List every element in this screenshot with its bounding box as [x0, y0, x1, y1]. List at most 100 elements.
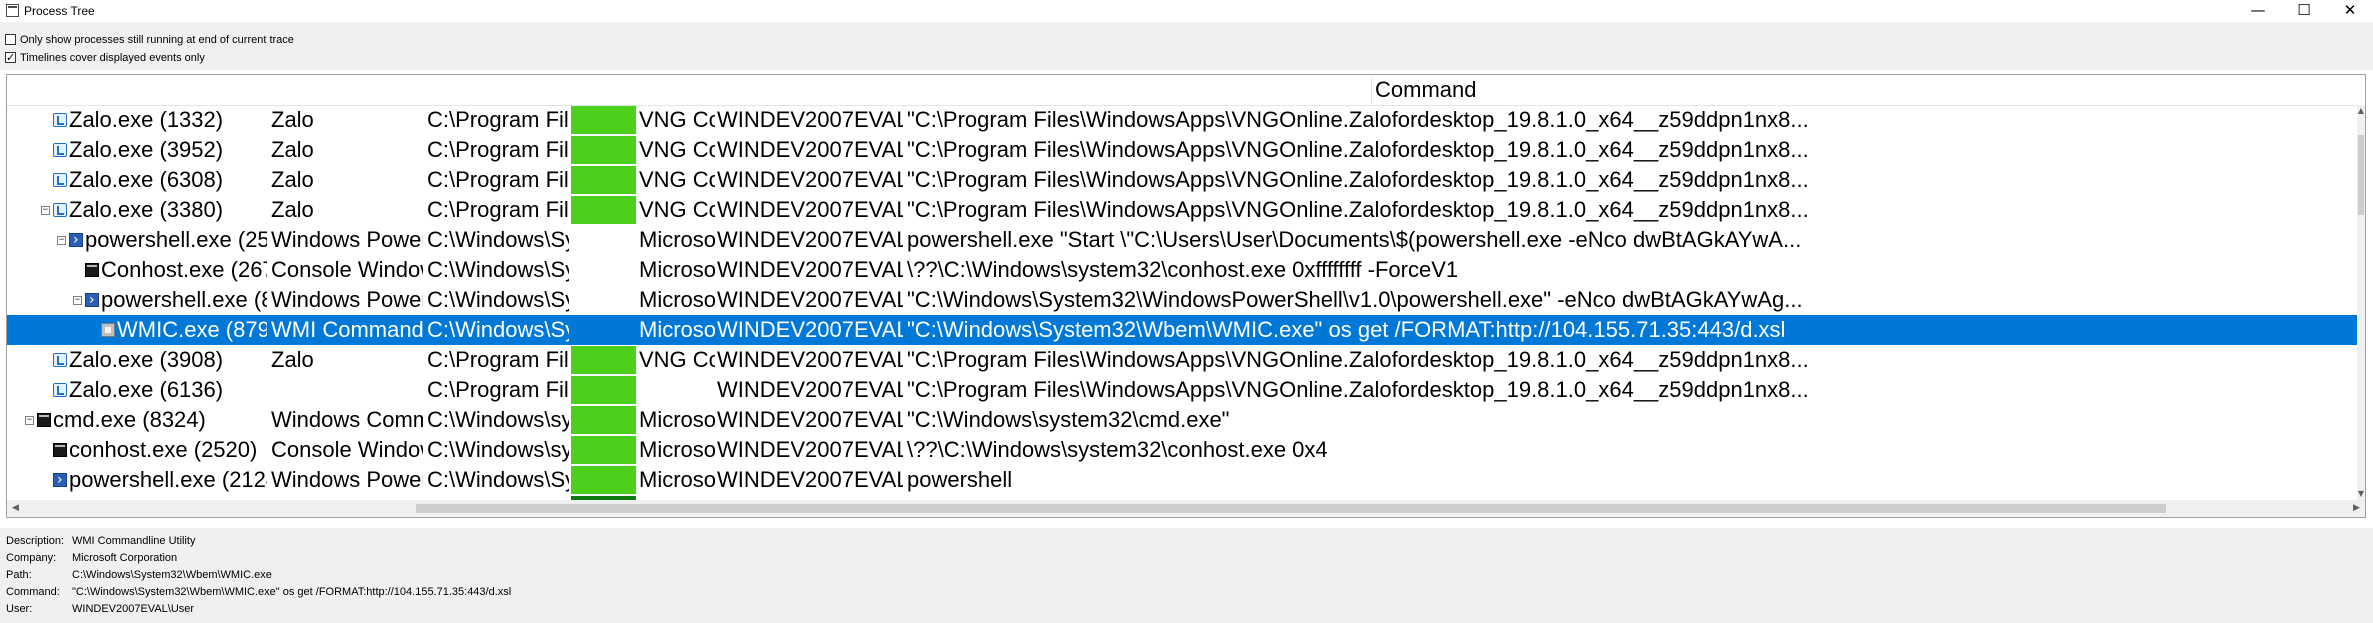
close-button[interactable]: ✕: [2327, 0, 2373, 22]
timeline-bar: [571, 106, 636, 134]
horizontal-scrollbar[interactable]: ◀ ▶: [7, 500, 2365, 517]
process-command: "C:\Windows\System32\WindowsPowerShell\v…: [907, 287, 1803, 312]
process-company: Microsof...: [639, 407, 715, 432]
collapse-toggle-icon[interactable]: −: [41, 206, 50, 215]
process-row[interactable]: conhost.exe (2520) Console Window H...C:\…: [7, 435, 2357, 465]
console-icon: [53, 443, 67, 457]
process-description: Windows PowerShell: [271, 467, 423, 492]
process-description: Console Window H...: [271, 257, 423, 282]
process-user: WINDEV2007EVAL\User: [717, 167, 903, 192]
collapse-toggle-icon[interactable]: −: [57, 236, 66, 245]
timeline-bar: [571, 376, 636, 404]
process-row[interactable]: − powershell.exe (2576)Windows PowerShell…: [7, 225, 2357, 255]
timeline-bar: [571, 436, 636, 464]
header-separator[interactable]: [1371, 77, 1372, 103]
process-user: WINDEV2007EVAL\User: [717, 257, 903, 282]
process-command: "C:\Program Files\WindowsApps\VNGOnline.…: [907, 197, 1809, 222]
maximize-button[interactable]: ☐: [2281, 0, 2327, 22]
process-row[interactable]: WMIC.exe (8792)WMI Commandline ...C:\Win…: [7, 315, 2357, 345]
process-description: Zalo: [271, 137, 314, 162]
timeline-bar: [571, 136, 636, 164]
description-label: Description:: [6, 535, 65, 547]
process-company: Microsof...: [639, 227, 715, 252]
process-description: Zalo: [271, 347, 314, 372]
process-command: \??\C:\Windows\system32\conhost.exe 0x4: [907, 437, 1328, 462]
process-name: Conhost.exe (2676): [101, 257, 267, 282]
process-path: C:\Program Files\...: [427, 197, 569, 222]
process-command: "C:\Program Files\WindowsApps\VNGOnline.…: [907, 137, 1809, 162]
user-label: User:: [6, 603, 33, 615]
minimize-button[interactable]: —: [2235, 0, 2281, 22]
process-description: Zalo: [271, 197, 314, 222]
window-icon: [6, 4, 19, 17]
process-description: WMI Commandline ...: [271, 317, 423, 342]
running-only-label: Only show processes still running at end…: [20, 34, 294, 46]
process-row[interactable]: Zalo.exe (6136) C:\Program Files\... WINDE…: [7, 375, 2357, 405]
process-row[interactable]: − powershell.exe (8448)Windows PowerShell…: [7, 285, 2357, 315]
process-path: C:\Windows\Syste...: [427, 257, 569, 282]
process-user: WINDEV2007EVAL\User: [717, 137, 903, 162]
timelines-checkbox[interactable]: [5, 49, 16, 67]
collapse-toggle-icon[interactable]: −: [73, 296, 82, 305]
scroll-up-arrow[interactable]: ▲: [2357, 105, 2365, 117]
vertical-scroll-thumb[interactable]: [2358, 135, 2364, 215]
process-command: powershell.exe "Start \"C:\Users\User\Do…: [907, 227, 1802, 252]
timeline-bar: [571, 406, 636, 434]
collapse-toggle-icon[interactable]: −: [25, 416, 34, 425]
scroll-right-arrow[interactable]: ▶: [2348, 500, 2365, 517]
process-path: C:\Program Files\...: [427, 107, 569, 132]
process-path: C:\Program Files\...: [427, 347, 569, 372]
process-user: WINDEV2007EVAL\User: [717, 377, 903, 402]
running-only-checkbox[interactable]: [5, 34, 16, 45]
process-description: Windows Comman...: [271, 407, 423, 432]
process-user: WINDEV2007EVAL\User: [717, 407, 903, 432]
process-company: [639, 375, 715, 405]
process-row[interactable]: Zalo.exe (1332) Zalo C:\Program Files\... V…: [7, 105, 2357, 135]
process-command: "C:\Program Files\WindowsApps\VNGOnline.…: [907, 167, 1809, 192]
zalo-icon: [53, 383, 67, 397]
process-name: conhost.exe (2520): [69, 437, 258, 462]
timeline-bar: [571, 346, 636, 374]
process-tree-grid[interactable]: Command Zalo.exe (1332) Zalo C:\Program Fi…: [6, 74, 2366, 518]
process-company: Microsof...: [639, 257, 715, 282]
process-path: C:\Program Files\...: [427, 167, 569, 192]
process-command: "C:\Windows\System32\Wbem\WMIC.exe" os g…: [907, 317, 1786, 342]
process-name: powershell.exe (2576): [85, 227, 267, 252]
column-header: Command: [7, 75, 2365, 106]
process-row[interactable]: − Zalo.exe (3380) Zalo C:\Program Files\...…: [7, 195, 2357, 225]
process-row[interactable]: Zalo.exe (3908) Zalo C:\Program Files\... V…: [7, 345, 2357, 375]
process-company: Microsof...: [639, 317, 715, 342]
powershell-icon: [53, 465, 67, 495]
process-row[interactable]: powershell.exe (2124)Windows PowerShellC…: [7, 465, 2357, 495]
console-icon: [37, 413, 51, 427]
scroll-down-arrow[interactable]: ▼: [2357, 488, 2365, 500]
zalo-icon: [53, 173, 67, 187]
timeline-bar: [571, 166, 636, 194]
process-path: C:\Windows\Syste...: [427, 317, 569, 342]
process-row[interactable]: − cmd.exe (8324) Windows Comman...C:\Windo…: [7, 405, 2357, 435]
process-description: Zalo: [271, 107, 314, 132]
process-row[interactable]: Zalo.exe (3952) Zalo C:\Program Files\... V…: [7, 135, 2357, 165]
process-name: cmd.exe (8324): [53, 407, 206, 432]
process-command: "C:\Windows\system32\cmd.exe": [907, 407, 1230, 432]
process-row[interactable]: Conhost.exe (2676)Console Window H...C:\…: [7, 255, 2357, 285]
process-user: WINDEV2007EVAL\User: [717, 107, 903, 132]
scroll-left-arrow[interactable]: ◀: [7, 500, 24, 517]
title-bar: Process Tree — ☐ ✕: [0, 0, 2373, 22]
horizontal-scroll-thumb[interactable]: [416, 504, 2166, 513]
process-name: Zalo.exe (3952): [69, 137, 224, 162]
process-company: VNG Cor...: [639, 197, 715, 222]
powershell-icon: [85, 285, 99, 315]
vertical-scrollbar[interactable]: ▲ ▼: [2357, 105, 2365, 500]
console-icon: [85, 263, 99, 277]
process-company: VNG Cor...: [639, 107, 715, 132]
process-user: WINDEV2007EVAL\User: [717, 347, 903, 372]
process-name: Zalo.exe (1332): [69, 107, 224, 132]
process-description: Windows PowerShell: [271, 227, 423, 252]
command-column-header[interactable]: Command: [1375, 78, 1476, 102]
zalo-icon: [53, 353, 67, 367]
process-path: C:\Windows\Syste...: [427, 467, 569, 492]
timeline-bar: [571, 466, 636, 494]
wmic-icon: [101, 323, 115, 337]
process-row[interactable]: Zalo.exe (6308) Zalo C:\Program Files\... V…: [7, 165, 2357, 195]
